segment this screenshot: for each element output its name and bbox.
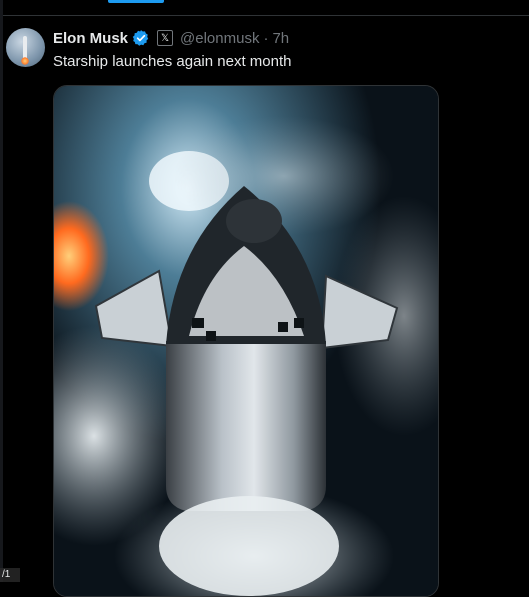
tweet-timestamp[interactable]: 7h: [272, 30, 289, 47]
tweet-media-image[interactable]: [53, 85, 439, 597]
avatar[interactable]: [6, 28, 45, 67]
tweet-text: Starship launches again next month: [53, 53, 292, 70]
starship-photo: [54, 86, 438, 596]
exhaust-plume: [159, 496, 339, 596]
media-counter: /1: [0, 568, 20, 582]
verified-badge-shape: [132, 30, 149, 46]
top-tab-bar: [0, 0, 529, 16]
meta-separator: ·: [263, 29, 269, 47]
author-name[interactable]: Elon Musk: [53, 30, 128, 47]
hull-window-3: [278, 322, 288, 332]
avatar-flame: [21, 57, 29, 65]
hull-window-4: [294, 318, 304, 328]
author-handle[interactable]: @elonmusk: [180, 30, 259, 47]
avatar-rocket: [23, 36, 27, 58]
affiliate-x-badge-icon: 𝕏: [157, 30, 174, 46]
tweet-header: Elon Musk 𝕏 @elonmusk · 7h: [53, 28, 289, 48]
active-tab-indicator: [108, 0, 164, 3]
nose-shadow: [226, 199, 282, 243]
left-rail: [0, 0, 3, 582]
hull-window-2: [206, 331, 216, 341]
verified-badge-icon: [132, 30, 149, 46]
hull-window-1: [192, 318, 204, 328]
starship-body: [166, 341, 326, 511]
smoke-top: [174, 116, 394, 236]
